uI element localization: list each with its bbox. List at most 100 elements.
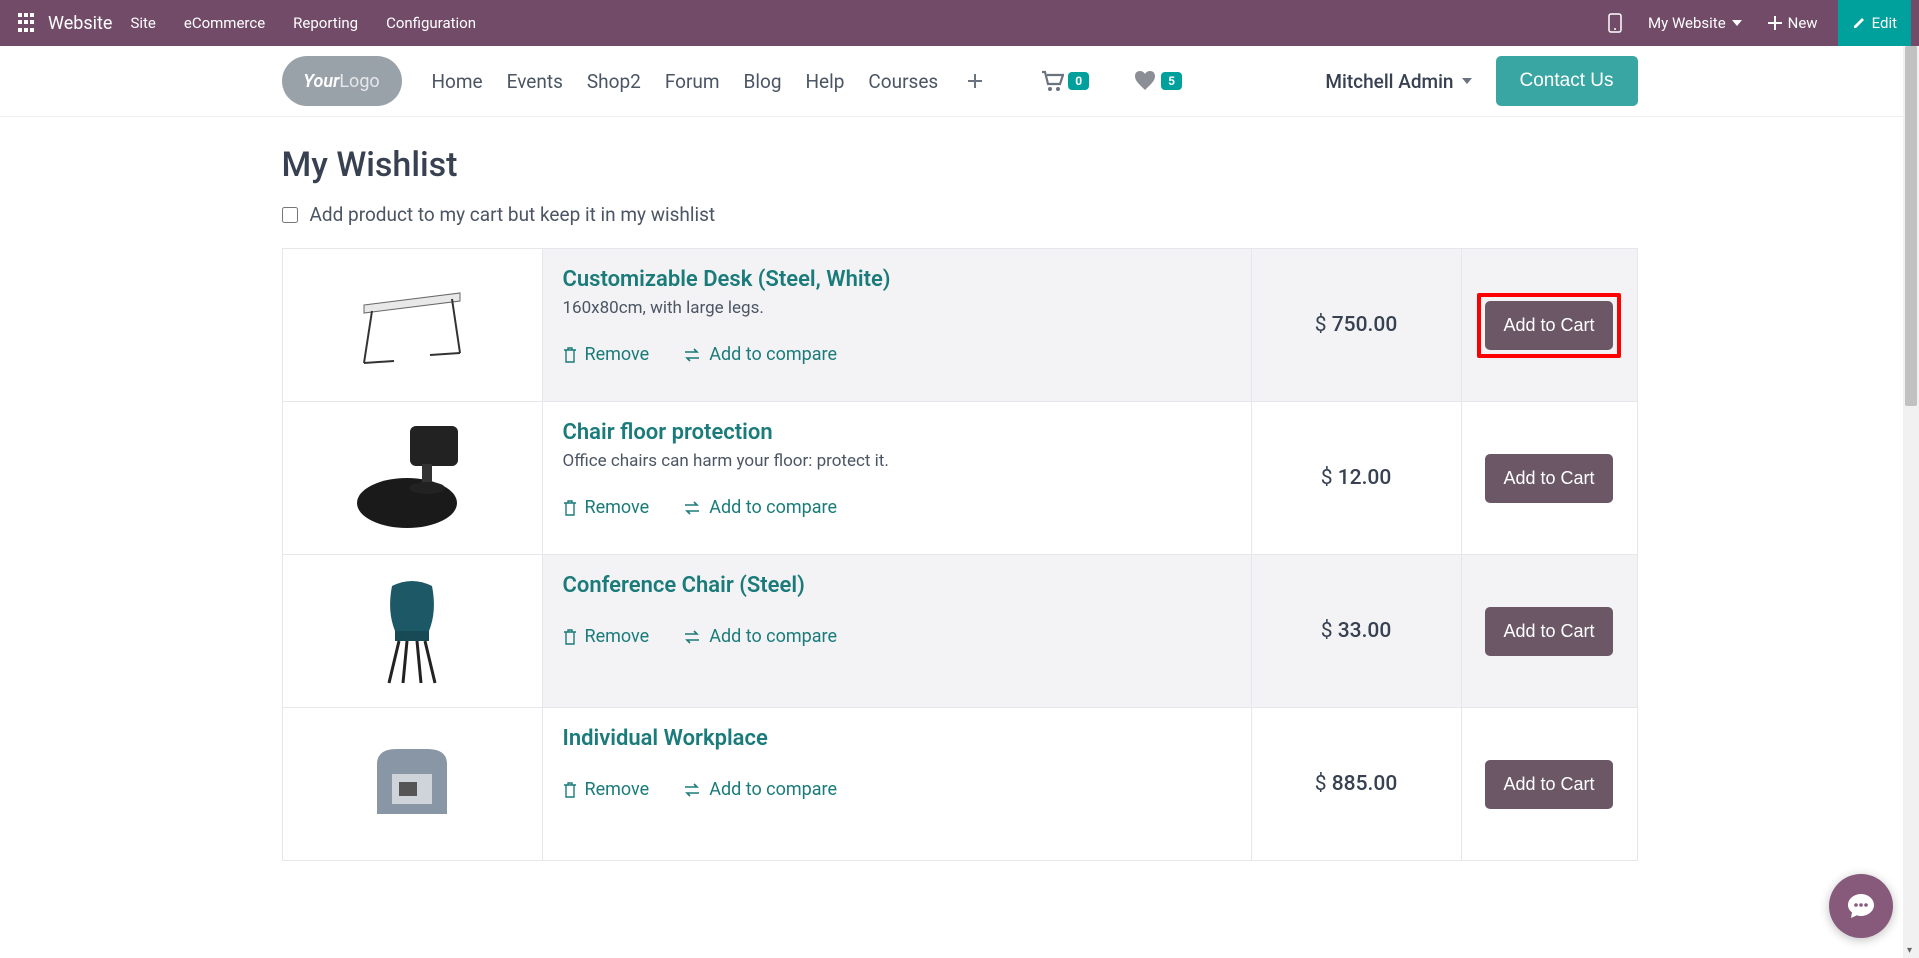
edit-button-label: Edit <box>1872 14 1897 32</box>
top-menu: Site eCommerce Reporting Configuration <box>130 14 476 32</box>
scrollbar-thumb[interactable] <box>1905 46 1917 406</box>
site-header: YourLogo Home Events Shop2 Forum Blog He… <box>0 46 1919 117</box>
product-image-cell <box>282 402 542 555</box>
keep-in-wishlist-row: Add product to my cart but keep it in my… <box>282 203 1638 226</box>
caret-down-icon <box>1732 20 1742 26</box>
add-to-cart-button[interactable]: Add to Cart <box>1485 607 1612 656</box>
product-info-cell: Chair floor protection Office chairs can … <box>542 402 1251 555</box>
nav-help[interactable]: Help <box>806 70 845 93</box>
compare-icon <box>683 783 701 797</box>
vertical-scrollbar[interactable]: ▾ <box>1903 46 1919 958</box>
new-button[interactable]: New <box>1762 14 1824 32</box>
nav-shop2[interactable]: Shop2 <box>587 70 641 93</box>
top-right: My Website New Edit <box>1602 0 1911 46</box>
remove-link[interactable]: Remove <box>563 497 650 518</box>
caret-down-icon <box>1462 78 1472 84</box>
remove-link[interactable]: Remove <box>563 779 650 800</box>
table-row: Customizable Desk (Steel, White) 160x80cm… <box>282 249 1637 402</box>
scrollbar-down-icon[interactable]: ▾ <box>1907 945 1912 956</box>
new-button-label: New <box>1788 14 1818 32</box>
product-description: Office chairs can harm your floor: prote… <box>563 451 1231 471</box>
page-content: My Wishlist Add product to my cart but k… <box>270 117 1650 901</box>
product-title-link[interactable]: Conference Chair (Steel) <box>563 573 805 598</box>
table-row: Chair floor protection Office chairs can … <box>282 402 1637 555</box>
main-nav: Home Events Shop2 Forum Blog Help Course… <box>432 70 985 93</box>
product-info-cell: Conference Chair (Steel) Remove Add to com… <box>542 555 1251 708</box>
remove-link[interactable]: Remove <box>563 344 650 365</box>
add-to-cart-button[interactable]: Add to Cart <box>1485 301 1612 350</box>
product-title-link[interactable]: Individual Workplace <box>563 726 768 751</box>
nav-events[interactable]: Events <box>507 70 563 93</box>
site-logo[interactable]: YourLogo <box>282 56 402 106</box>
nav-courses[interactable]: Courses <box>868 70 938 93</box>
chat-fab[interactable] <box>1829 874 1893 938</box>
nav-home[interactable]: Home <box>432 70 483 93</box>
price-cell: $ 33.00 <box>1251 555 1461 708</box>
product-actions: Remove Add to compare <box>563 779 1231 800</box>
compare-icon <box>683 630 701 644</box>
compare-link[interactable]: Add to compare <box>683 344 837 365</box>
chat-icon <box>1845 890 1877 922</box>
add-to-cart-cell: Add to Cart <box>1461 708 1637 861</box>
edit-button[interactable]: Edit <box>1838 0 1911 46</box>
plus-icon <box>1768 16 1782 30</box>
website-selector-label: My Website <box>1648 14 1726 32</box>
keep-in-wishlist-label: Add product to my cart but keep it in my… <box>310 203 716 226</box>
compare-icon <box>683 348 701 362</box>
add-to-cart-cell: Add to Cart <box>1461 402 1637 555</box>
table-row: Individual Workplace Remove Add to compare… <box>282 708 1637 861</box>
nav-add-icon[interactable] <box>966 72 984 90</box>
user-name-label: Mitchell Admin <box>1325 70 1453 93</box>
product-image[interactable] <box>352 724 472 844</box>
user-menu[interactable]: Mitchell Admin <box>1325 70 1471 93</box>
remove-link[interactable]: Remove <box>563 626 650 647</box>
wishlist-icon[interactable]: 5 <box>1133 70 1182 92</box>
price-cell: $ 885.00 <box>1251 708 1461 861</box>
compare-link[interactable]: Add to compare <box>683 626 837 647</box>
product-actions: Remove Add to compare <box>563 497 1231 518</box>
add-to-cart-cell: Add to Cart <box>1461 555 1637 708</box>
top-menu-ecommerce[interactable]: eCommerce <box>184 14 265 32</box>
table-row: Conference Chair (Steel) Remove Add to com… <box>282 555 1637 708</box>
nav-blog[interactable]: Blog <box>744 70 782 93</box>
product-description: 160x80cm, with large legs. <box>563 298 1231 318</box>
add-to-cart-cell: Add to Cart <box>1461 249 1637 402</box>
keep-in-wishlist-checkbox[interactable] <box>282 207 298 223</box>
trash-icon <box>563 347 577 363</box>
product-image-cell <box>282 555 542 708</box>
add-to-cart-button[interactable]: Add to Cart <box>1485 760 1612 809</box>
admin-top-bar: Website Site eCommerce Reporting Configu… <box>0 0 1919 46</box>
compare-link[interactable]: Add to compare <box>683 779 837 800</box>
price-cell: $ 750.00 <box>1251 249 1461 402</box>
product-info-cell: Customizable Desk (Steel, White) 160x80cm… <box>542 249 1251 402</box>
trash-icon <box>563 500 577 516</box>
contact-us-button[interactable]: Contact Us <box>1496 56 1638 106</box>
page-title: My Wishlist <box>282 145 1638 185</box>
header-icons: 0 5 <box>1040 70 1182 92</box>
trash-icon <box>563 629 577 645</box>
nav-forum[interactable]: Forum <box>665 70 720 93</box>
product-actions: Remove Add to compare <box>563 344 1231 365</box>
top-menu-reporting[interactable]: Reporting <box>293 14 358 32</box>
pencil-icon <box>1852 16 1866 30</box>
price-cell: $ 12.00 <box>1251 402 1461 555</box>
top-menu-site[interactable]: Site <box>130 14 155 32</box>
product-image[interactable] <box>352 571 472 691</box>
compare-link[interactable]: Add to compare <box>683 497 837 518</box>
compare-icon <box>683 501 701 515</box>
top-brand[interactable]: Website <box>48 13 112 34</box>
product-title-link[interactable]: Customizable Desk (Steel, White) <box>563 267 891 292</box>
top-menu-configuration[interactable]: Configuration <box>386 14 476 32</box>
product-image-cell <box>282 708 542 861</box>
product-image[interactable] <box>352 265 472 385</box>
apps-icon[interactable] <box>18 13 38 33</box>
mobile-preview-icon[interactable] <box>1602 13 1628 33</box>
product-image[interactable] <box>352 418 472 538</box>
add-to-cart-button[interactable]: Add to Cart <box>1485 454 1612 503</box>
wishlist-table: Customizable Desk (Steel, White) 160x80cm… <box>282 248 1638 861</box>
website-selector[interactable]: My Website <box>1642 14 1748 32</box>
product-title-link[interactable]: Chair floor protection <box>563 420 773 445</box>
cart-count-badge: 0 <box>1068 72 1089 90</box>
cart-icon[interactable]: 0 <box>1040 70 1089 92</box>
product-info-cell: Individual Workplace Remove Add to compare <box>542 708 1251 861</box>
